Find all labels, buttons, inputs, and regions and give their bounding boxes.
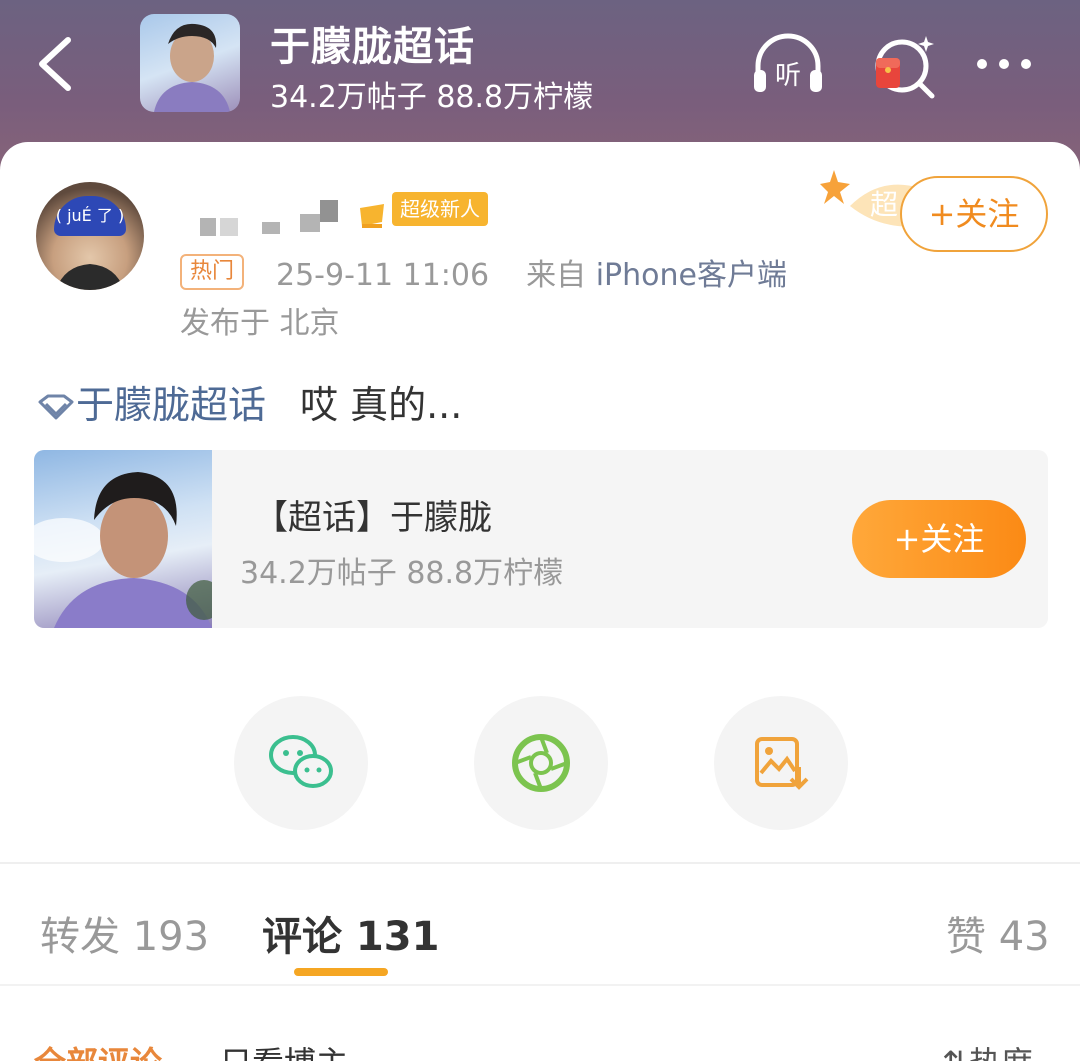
chevron-left-icon	[39, 37, 71, 91]
divider	[0, 862, 1080, 864]
more-icon	[977, 59, 1031, 69]
topic-stats: 34.2万帖子 88.8万柠檬	[270, 80, 594, 115]
sort-by-heat[interactable]: ⇅热度	[942, 1038, 1033, 1061]
svg-text:超: 超	[870, 188, 898, 221]
topic-link[interactable]: 于朦胧超话	[76, 383, 266, 427]
headphones-icon: 听	[754, 33, 822, 92]
moments-shutter-icon	[512, 734, 570, 792]
follow-topic-button[interactable]: +关注	[852, 500, 1026, 578]
save-image-button[interactable]	[714, 696, 848, 830]
back-button[interactable]	[28, 30, 88, 98]
post-content: 于朦胧超话哎 真的...	[36, 374, 462, 429]
person-photo	[34, 472, 222, 628]
more-options-button[interactable]	[968, 30, 1048, 100]
source-prefix: 来自	[526, 258, 587, 293]
red-packet-search-icon	[875, 36, 935, 99]
source-client: iPhone客户端	[595, 258, 787, 293]
topic-card-title: 【超话】于朦胧	[254, 498, 492, 538]
share-wechat-button[interactable]	[234, 696, 368, 830]
post-meta: 25-9-11 11:06 来自 iPhone客户端	[276, 250, 787, 294]
filter-owner-only[interactable]: 只看博主	[220, 1038, 348, 1061]
listen-label: 听	[775, 61, 801, 91]
filter-all-comments[interactable]: 全部评论	[34, 1038, 162, 1061]
topic-cover-image	[34, 450, 222, 628]
divider	[0, 984, 1080, 986]
tab-likes[interactable]: 赞 43	[946, 904, 1050, 962]
sort-icon: ⇅	[942, 1044, 969, 1061]
tab-comments[interactable]: 评论 131	[262, 904, 439, 962]
topic-avatar[interactable]	[140, 14, 240, 112]
post-text: 哎 真的...	[300, 383, 463, 427]
post-location: 发布于 北京	[180, 306, 340, 341]
active-tab-indicator	[294, 968, 388, 976]
super-topic-card[interactable]: 【超话】于朦胧 34.2万帖子 88.8万柠檬 +关注	[34, 450, 1048, 628]
user-avatar[interactable]: ( juÉ 了 )	[36, 182, 144, 290]
post-timestamp: 25-9-11 11:06	[276, 258, 490, 293]
wechat-icon	[269, 735, 333, 788]
user-photo	[56, 264, 124, 290]
user-level-badge: 超级新人	[392, 192, 488, 226]
red-packet-search-button[interactable]	[868, 30, 948, 100]
follow-user-button[interactable]: +关注	[900, 176, 1048, 252]
page-title: 于朦胧超话	[270, 24, 475, 70]
sort-label: 热度	[969, 1044, 1033, 1061]
share-moments-button[interactable]	[474, 696, 608, 830]
super-topic-diamond-icon	[38, 394, 74, 420]
tab-repost[interactable]: 转发 193	[40, 904, 209, 962]
vip-icon	[360, 204, 384, 228]
post-card: ( juÉ 了 ) 超级新人 热门 25-9-11 11:06 来自 iPhon…	[0, 142, 1080, 1061]
hot-tag: 热门	[180, 254, 245, 290]
listen-button[interactable]: 听	[748, 30, 828, 100]
person-photo	[154, 23, 230, 112]
username-blurred[interactable]	[200, 200, 350, 236]
save-image-icon	[755, 737, 809, 790]
topic-card-stats: 34.2万帖子 88.8万柠檬	[240, 556, 564, 591]
